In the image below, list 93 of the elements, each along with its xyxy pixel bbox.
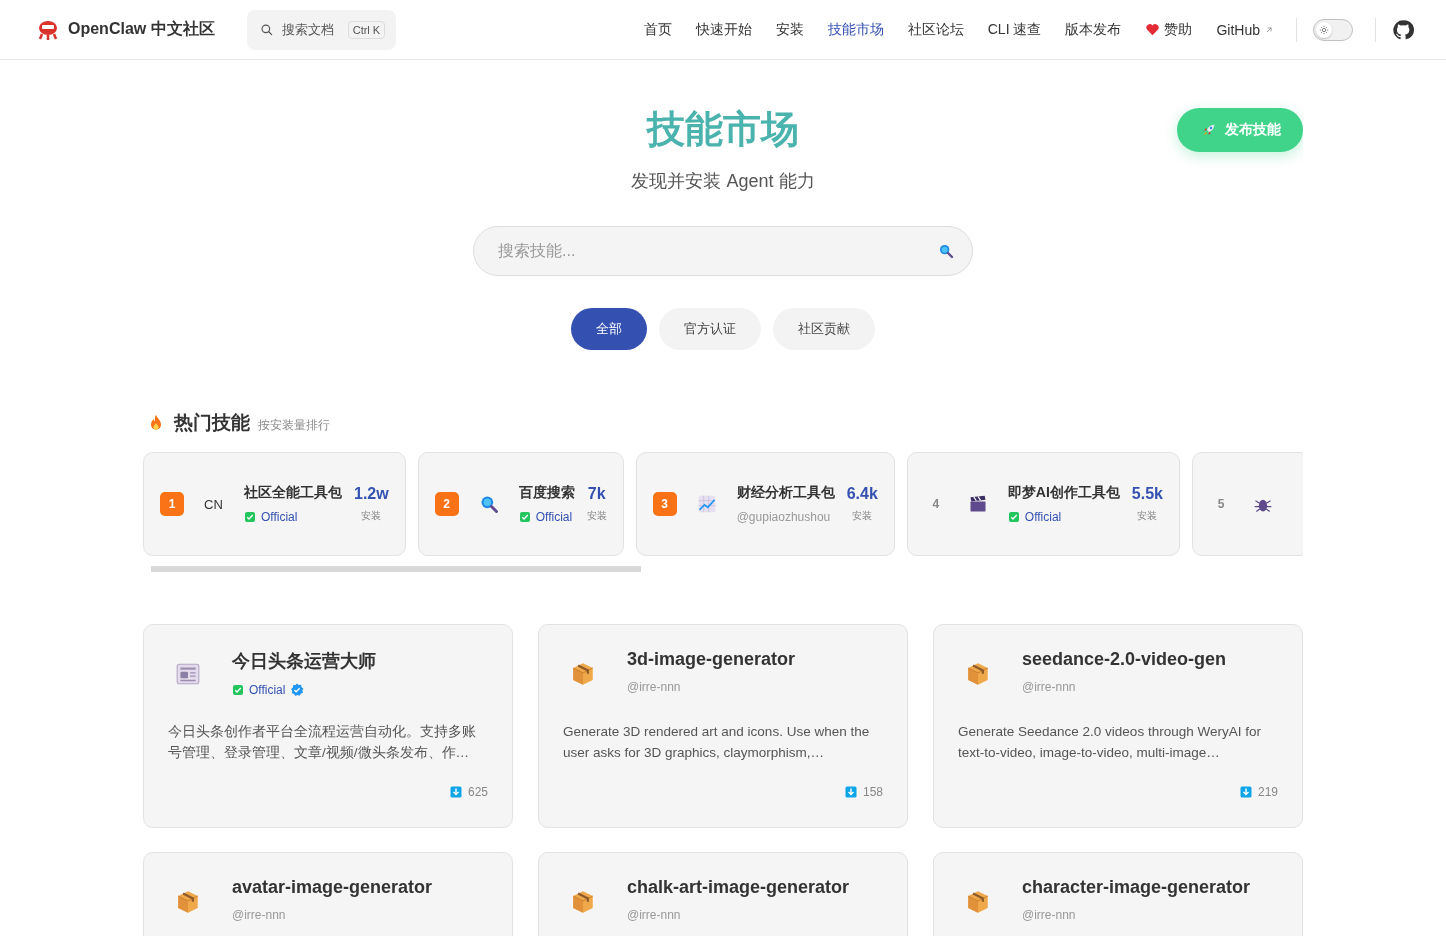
- rank-badge: 1: [160, 492, 184, 516]
- section-title: 热门技能: [174, 411, 250, 435]
- page-title: 技能市场: [645, 107, 800, 151]
- author-name: @irre-nnn: [1022, 908, 1076, 922]
- nav-link[interactable]: 社区论坛: [907, 20, 964, 39]
- nav-link[interactable]: 版本发布: [1065, 20, 1122, 39]
- author-name: @gupiaozhushou: [736, 510, 831, 524]
- nav-link[interactable]: 安装: [775, 20, 804, 39]
- install-count: 1.2w: [354, 485, 389, 503]
- search-field[interactable]: 搜索文档 Ctrl K: [246, 9, 397, 50]
- filter-tab[interactable]: 官方认证: [659, 308, 761, 350]
- install-count: 5.5k: [1131, 485, 1163, 503]
- box-icon: [570, 661, 596, 687]
- skill-card[interactable]: character-image-generator @irre-nnn: [933, 852, 1303, 936]
- skill-name: 社区全能工具包: [244, 484, 342, 502]
- author-name: @irre-nnn: [627, 680, 681, 694]
- install-label: 安装: [1137, 509, 1158, 523]
- skill-card[interactable]: 1 CN 社区全能工具包 Official 1.2w 安装: [143, 452, 406, 556]
- rank-badge: 3: [652, 492, 677, 516]
- newspaper-icon: [175, 661, 201, 687]
- install-count: 6.4k: [846, 485, 878, 503]
- scroll-thumb[interactable]: [151, 566, 641, 572]
- install-count: 7k: [587, 485, 606, 503]
- skill-name: 财经分析工具包: [736, 484, 835, 502]
- nav-link[interactable]: 快速开始: [695, 20, 752, 39]
- skill-name: avatar-image-generator: [232, 877, 433, 898]
- skill-name: chalk-art-image-generator: [627, 877, 850, 898]
- install-label: 安装: [852, 509, 873, 523]
- skill-name: 百度搜索: [518, 484, 575, 502]
- skill-description: Generate 3D rendered art and icons. Use when the user asks for 3D graphics, claymorphism,…: [563, 723, 871, 762]
- nav-link[interactable]: 首页: [643, 20, 672, 39]
- author-name: @irre-nnn: [1022, 680, 1076, 694]
- check-icon: [518, 511, 531, 523]
- download-count: 625: [467, 785, 488, 799]
- check-icon: [1007, 511, 1020, 523]
- section-subtitle: 按安装量排行: [258, 416, 330, 434]
- skill-description: Generate Seedance 2.0 videos through WeryAI for text-to-video, image-to-video, multi-image…: [958, 723, 1262, 762]
- download-icon: [844, 786, 857, 798]
- search-icon: [938, 243, 954, 259]
- rank-number: 5: [1216, 496, 1226, 513]
- nav-link[interactable]: CLI 速查: [987, 20, 1042, 39]
- skill-name: character-image-generator: [1022, 877, 1251, 898]
- external-link-icon: [1264, 24, 1274, 35]
- shortcut-key: Ctrl K: [347, 20, 386, 39]
- rocket-icon: [1201, 122, 1217, 138]
- theme-toggle[interactable]: [1313, 18, 1353, 41]
- check-icon: [232, 684, 244, 696]
- search-icon: [259, 22, 274, 37]
- filter-tab[interactable]: 社区贡献: [773, 308, 875, 350]
- skill-card[interactable]: avatar-image-generator @irre-nnn: [143, 852, 513, 936]
- skill-name: 即梦AI创作工具包: [1007, 484, 1120, 502]
- site-name[interactable]: OpenClaw 中文社区: [68, 19, 215, 40]
- rank-number: 4: [931, 496, 941, 513]
- rank-badge: 2: [434, 492, 459, 516]
- skill-card[interactable]: seedance-2.0-video-gen @irre-nnn Generate Seedance 2.0 videos through WeryAI for text-to-video, image-to-video, multi-image… 219: [933, 624, 1303, 828]
- page-subtitle: 发现并安装 Agent 能力: [631, 170, 815, 193]
- install-label: 安装: [586, 509, 607, 523]
- sun-icon: [1319, 24, 1329, 35]
- install-label: 安装: [361, 509, 382, 523]
- icon-label: CN: [204, 496, 224, 512]
- skill-card[interactable]: 2 百度搜索 Official 7k 安装: [417, 452, 624, 556]
- check-icon: [244, 511, 256, 523]
- heart-icon: [1145, 22, 1161, 37]
- skill-card[interactable]: chalk-art-image-generator @irre-nnn: [538, 852, 908, 936]
- skill-card[interactable]: 4 即梦AI创作工具包 Official 5.5k 安装: [906, 452, 1180, 556]
- skill-card[interactable]: 3d-image-generator @irre-nnn Generate 3D rendered art and icons. Use when the user asks for 3D graphics, claymorphism,… 158: [538, 624, 908, 828]
- search-field[interactable]: 搜索技能...: [473, 226, 973, 276]
- author-name: @irre-nnn: [627, 908, 681, 922]
- skill-name: 3d-image-generator: [627, 649, 796, 670]
- chart-icon: [696, 494, 717, 514]
- box-icon: [570, 889, 596, 915]
- skill-name: 今日头条运营大师: [232, 650, 376, 673]
- github-icon[interactable]: [1392, 18, 1414, 41]
- box-icon: [175, 889, 201, 915]
- official-label: Official: [1024, 510, 1062, 524]
- skill-card[interactable]: 3 财经分析工具包 @gupiaozhushou 6.4k 安装: [635, 452, 895, 556]
- nav-link[interactable]: 赞助: [1145, 20, 1193, 39]
- box-icon: [965, 661, 991, 687]
- nav-link[interactable]: 技能市场: [827, 20, 884, 39]
- filter-tab[interactable]: 全部: [571, 308, 647, 350]
- official-label: Official: [535, 510, 573, 524]
- author-name: @irre-nnn: [232, 908, 286, 922]
- official-label: Official: [261, 510, 298, 524]
- official-label: Official: [249, 683, 286, 697]
- download-icon: [449, 786, 462, 798]
- nav-link[interactable]: GitHub: [1216, 21, 1274, 38]
- download-count: 219: [1257, 785, 1278, 799]
- skill-card[interactable]: 今日头条运营大师 Official 今日头条创作者平台全流程运营自动化。支持多账号管理、登录管理、文章/视频/微头条发布、作… 625: [143, 624, 513, 828]
- download-count: 158: [862, 785, 883, 799]
- box-icon: [965, 889, 991, 915]
- download-icon: [1239, 786, 1252, 798]
- skill-name: seedance-2.0-video-gen: [1022, 649, 1227, 670]
- skill-description: 今日头条创作者平台全流程运营自动化。支持多账号管理、登录管理、文章/视频/微头条发布、作…: [168, 723, 477, 762]
